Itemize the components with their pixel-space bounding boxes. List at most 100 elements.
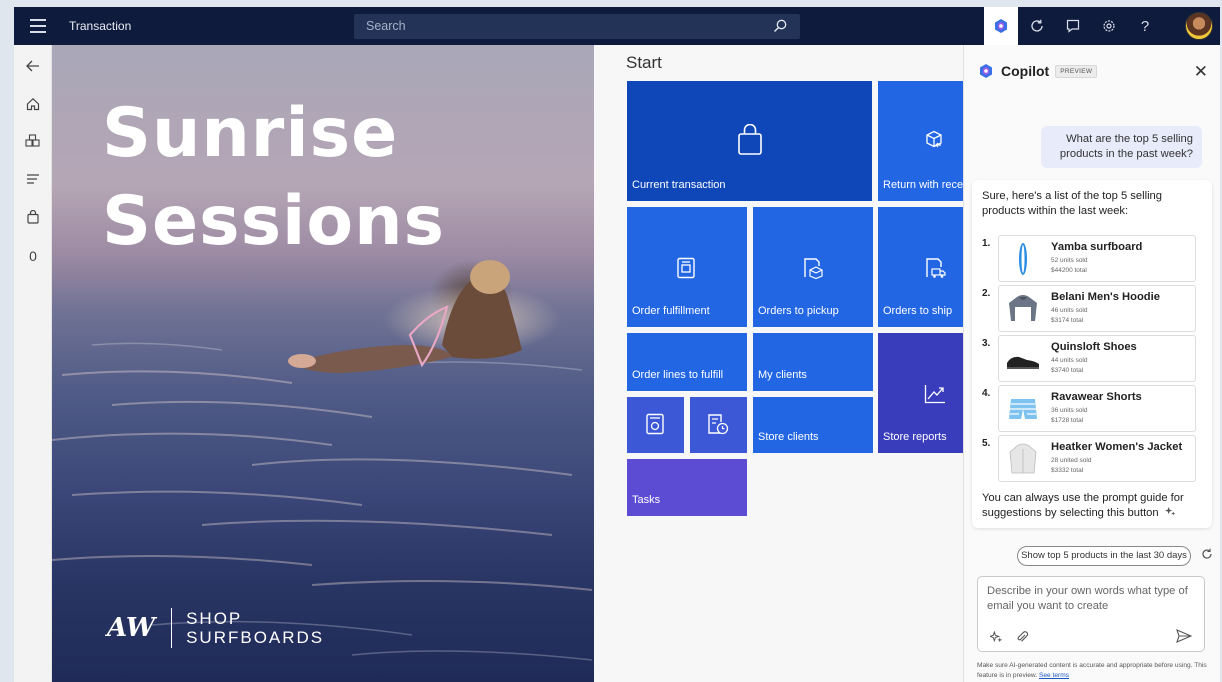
product-list-item: 4. Ravawear Shorts 36 units sold $1728 t…	[982, 385, 1204, 432]
tile-label: Tasks	[632, 494, 661, 506]
product-units: 46 units sold	[1051, 307, 1088, 314]
product-rank: 1.	[982, 238, 991, 249]
product-units: 44 units sold	[1051, 357, 1088, 364]
product-name: Heatker Women's Jacket	[1051, 441, 1183, 453]
product-rank: 2.	[982, 288, 991, 299]
copilot-logo-icon	[980, 64, 992, 78]
close-icon[interactable]: ✕	[1194, 62, 1208, 82]
disclaimer-label: Make sure AI-generated content is accura…	[977, 662, 1207, 679]
hero-title-line2: Sessions	[102, 182, 445, 261]
send-icon[interactable]	[1176, 629, 1192, 643]
sparkle-prompt-icon[interactable]	[990, 631, 1003, 644]
left-nav-rail: 0	[14, 45, 52, 682]
hoodie-image	[1009, 295, 1037, 321]
order-document-icon	[675, 256, 697, 280]
attach-paperclip-icon[interactable]	[1016, 630, 1028, 644]
tile-label: Order lines to fulfill	[632, 369, 724, 381]
tile-orders-to-pickup[interactable]: Orders to pickup	[753, 207, 873, 327]
tile-order-lines-to-fulfill[interactable]: Order lines to fulfill	[627, 333, 747, 391]
product-rank: 3.	[982, 338, 991, 349]
tile-store-reports[interactable]: Store reports	[878, 333, 963, 453]
product-card[interactable]: Heatker Women's Jacket 28 united sold $3…	[998, 435, 1196, 482]
list-menu-icon[interactable]	[23, 169, 43, 189]
chart-trend-icon	[923, 383, 947, 405]
preview-badge: PREVIEW	[1055, 64, 1098, 78]
product-card[interactable]: Belani Men's Hoodie 46 units sold $3174 …	[998, 285, 1196, 332]
user-avatar[interactable]	[1185, 12, 1213, 40]
product-units: 52 units sold	[1051, 257, 1088, 264]
refresh-suggestions-icon[interactable]	[1201, 548, 1213, 563]
product-total: $3740 total	[1051, 367, 1084, 374]
product-name: Yamba surfboard	[1051, 241, 1143, 253]
hero-title-line1: Sunrise	[102, 94, 399, 173]
shopping-bag-icon	[735, 123, 765, 157]
tile-tasks[interactable]: Tasks	[627, 459, 747, 516]
suggestion-chip[interactable]: Show top 5 products in the last 30 days	[1017, 546, 1191, 566]
product-total: $44200 total	[1051, 267, 1087, 274]
hamburger-menu-icon[interactable]	[30, 19, 46, 33]
pickup-icon	[801, 256, 825, 280]
brand-logo: AW SHOP SURFBOARDS	[107, 608, 324, 648]
products-icon[interactable]	[23, 131, 43, 151]
product-rank: 4.	[982, 388, 991, 399]
copilot-icon[interactable]	[984, 7, 1018, 45]
product-total: $3332 total	[1051, 467, 1084, 474]
product-units: 28 united sold	[1051, 457, 1092, 464]
ai-outro-label: You can always use the prompt guide for …	[982, 492, 1184, 519]
product-card[interactable]: Quinsloft Shoes 44 units sold $3740 tota…	[998, 335, 1196, 382]
chat-icon[interactable]	[1056, 7, 1090, 45]
prompt-input-box[interactable]: Describe in your own words what type of …	[977, 576, 1205, 652]
ai-response-card: Sure, here's a list of the top 5 selling…	[972, 180, 1212, 528]
tile-label: My clients	[758, 369, 807, 381]
product-card[interactable]: Yamba surfboard 52 units sold $44200 tot…	[998, 235, 1196, 282]
help-icon[interactable]: ?	[1128, 7, 1162, 45]
see-terms-link[interactable]: See terms	[1039, 672, 1069, 679]
search-box[interactable]: Search	[354, 14, 800, 39]
product-rank: 5.	[982, 438, 991, 449]
home-icon[interactable]	[23, 94, 43, 114]
refresh-icon[interactable]	[1020, 7, 1054, 45]
product-list-item: 3. Quinsloft Shoes 44 units sold $3740 t…	[982, 335, 1204, 382]
tile-current-transaction[interactable]: Current transaction	[627, 81, 872, 201]
tile-orders-to-ship[interactable]: Orders to ship	[878, 207, 963, 327]
tile-store-clients[interactable]: Store clients	[753, 397, 873, 453]
search-input[interactable]: Search	[366, 19, 406, 33]
settings-gear-icon[interactable]	[1092, 7, 1126, 45]
prompt-guide-icon[interactable]	[1164, 506, 1176, 517]
product-list-item: 1. Yamba surfboard 52 units sold $44200 …	[982, 235, 1204, 282]
tile-return-with-receipt[interactable]: Return with recei	[878, 81, 963, 201]
disclaimer-text: Make sure AI-generated content is accura…	[977, 661, 1209, 681]
back-arrow-icon[interactable]	[23, 56, 43, 76]
start-heading: Start	[626, 53, 662, 72]
logo-divider	[171, 608, 173, 648]
tile-label: Order fulfillment	[632, 305, 710, 317]
hero-banner: Sunrise Sessions AW SHOP SURFBOARDS	[52, 45, 594, 682]
tile-label: Orders to ship	[883, 305, 953, 317]
tile-cash-register[interactable]	[627, 397, 684, 453]
logo-line1: SHOP	[186, 609, 243, 628]
tile-label: Store clients	[758, 431, 819, 443]
prompt-input[interactable]: Describe in your own words what type of …	[987, 584, 1199, 614]
tile-time-clock[interactable]	[690, 397, 747, 453]
logo-mark: AW	[107, 613, 156, 643]
return-box-icon	[923, 129, 945, 151]
product-card[interactable]: Ravawear Shorts 36 units sold $1728 tota…	[998, 385, 1196, 432]
product-list-item: 2. Belani Men's Hoodie 46 units sold $31…	[982, 285, 1204, 332]
tile-my-clients[interactable]: My clients	[753, 333, 873, 391]
search-icon[interactable]	[772, 18, 788, 34]
tile-order-fulfillment[interactable]: Order fulfillment	[627, 207, 747, 327]
product-list-item: 5. Heatker Women's Jacket 28 united sold…	[982, 435, 1204, 482]
copilot-header: Copilot PREVIEW	[978, 63, 1098, 79]
tile-label: Current transaction	[632, 179, 726, 191]
ai-intro-text: Sure, here's a list of the top 5 selling…	[982, 190, 1162, 217]
app-title: Transaction	[69, 19, 132, 33]
shopping-bag-icon[interactable]	[23, 207, 43, 227]
product-name: Belani Men's Hoodie	[1051, 291, 1160, 303]
copilot-title: Copilot	[1001, 63, 1050, 79]
tile-label: Store reports	[883, 431, 947, 443]
shipping-truck-icon	[923, 256, 947, 280]
logo-line2: SURFBOARDS	[186, 628, 325, 647]
shorts-image	[1009, 399, 1037, 419]
register-icon	[644, 412, 666, 436]
product-name: Quinsloft Shoes	[1051, 341, 1137, 353]
